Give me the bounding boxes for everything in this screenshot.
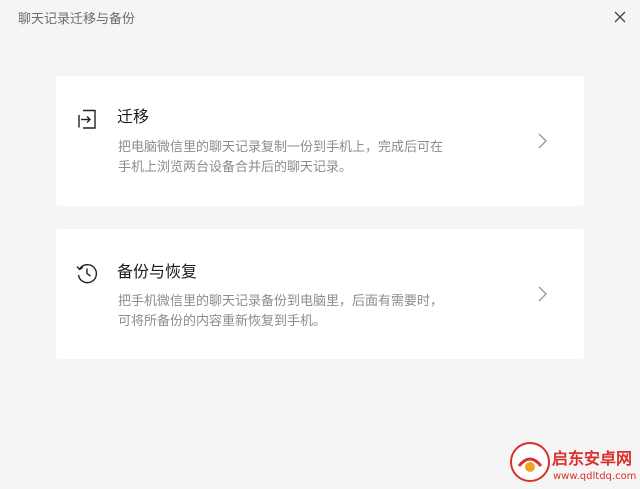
migrate-description: 把电脑微信里的聊天记录复制一份到手机上，完成后可在 手机上浏览两台设备合并后的聊… [118, 138, 498, 178]
backup-restore-description: 把手机微信里的聊天记录备份到电脑里，后面有需要时， 可将所备份的内容重新恢复到手… [118, 292, 498, 332]
watermark-name: 启东安卓网 [552, 449, 632, 468]
backup-restore-card[interactable]: 备份与恢复 把手机微信里的聊天记录备份到电脑里，后面有需要时， 可将所备份的内容… [56, 229, 584, 359]
migrate-description-line: 把电脑微信里的聊天记录复制一份到手机上，完成后可在 [118, 140, 444, 155]
chevron-right-icon [538, 133, 547, 149]
backup-restore-title: 备份与恢复 [117, 262, 198, 281]
watermark-logo: 启东安卓网 www.qdltdq.com [510, 442, 636, 482]
window-title: 聊天记录迁移与备份 [18, 12, 136, 27]
chevron-right-icon [538, 286, 547, 302]
backup-description-line: 把手机微信里的聊天记录备份到电脑里，后面有需要时， [118, 294, 444, 309]
migrate-description-line: 手机上浏览两台设备合并后的聊天记录。 [118, 160, 353, 175]
backup-description-line: 可将所备份的内容重新恢复到手机。 [118, 314, 327, 329]
migrate-title: 迁移 [117, 107, 150, 126]
migrate-icon [78, 109, 96, 129]
history-clock-icon [76, 263, 98, 284]
close-icon [614, 11, 626, 23]
close-button[interactable] [608, 5, 632, 29]
migrate-card[interactable]: 迁移 把电脑微信里的聊天记录复制一份到手机上，完成后可在 手机上浏览两台设备合并… [56, 76, 584, 206]
watermark-url: www.qdltdq.com [553, 471, 636, 482]
